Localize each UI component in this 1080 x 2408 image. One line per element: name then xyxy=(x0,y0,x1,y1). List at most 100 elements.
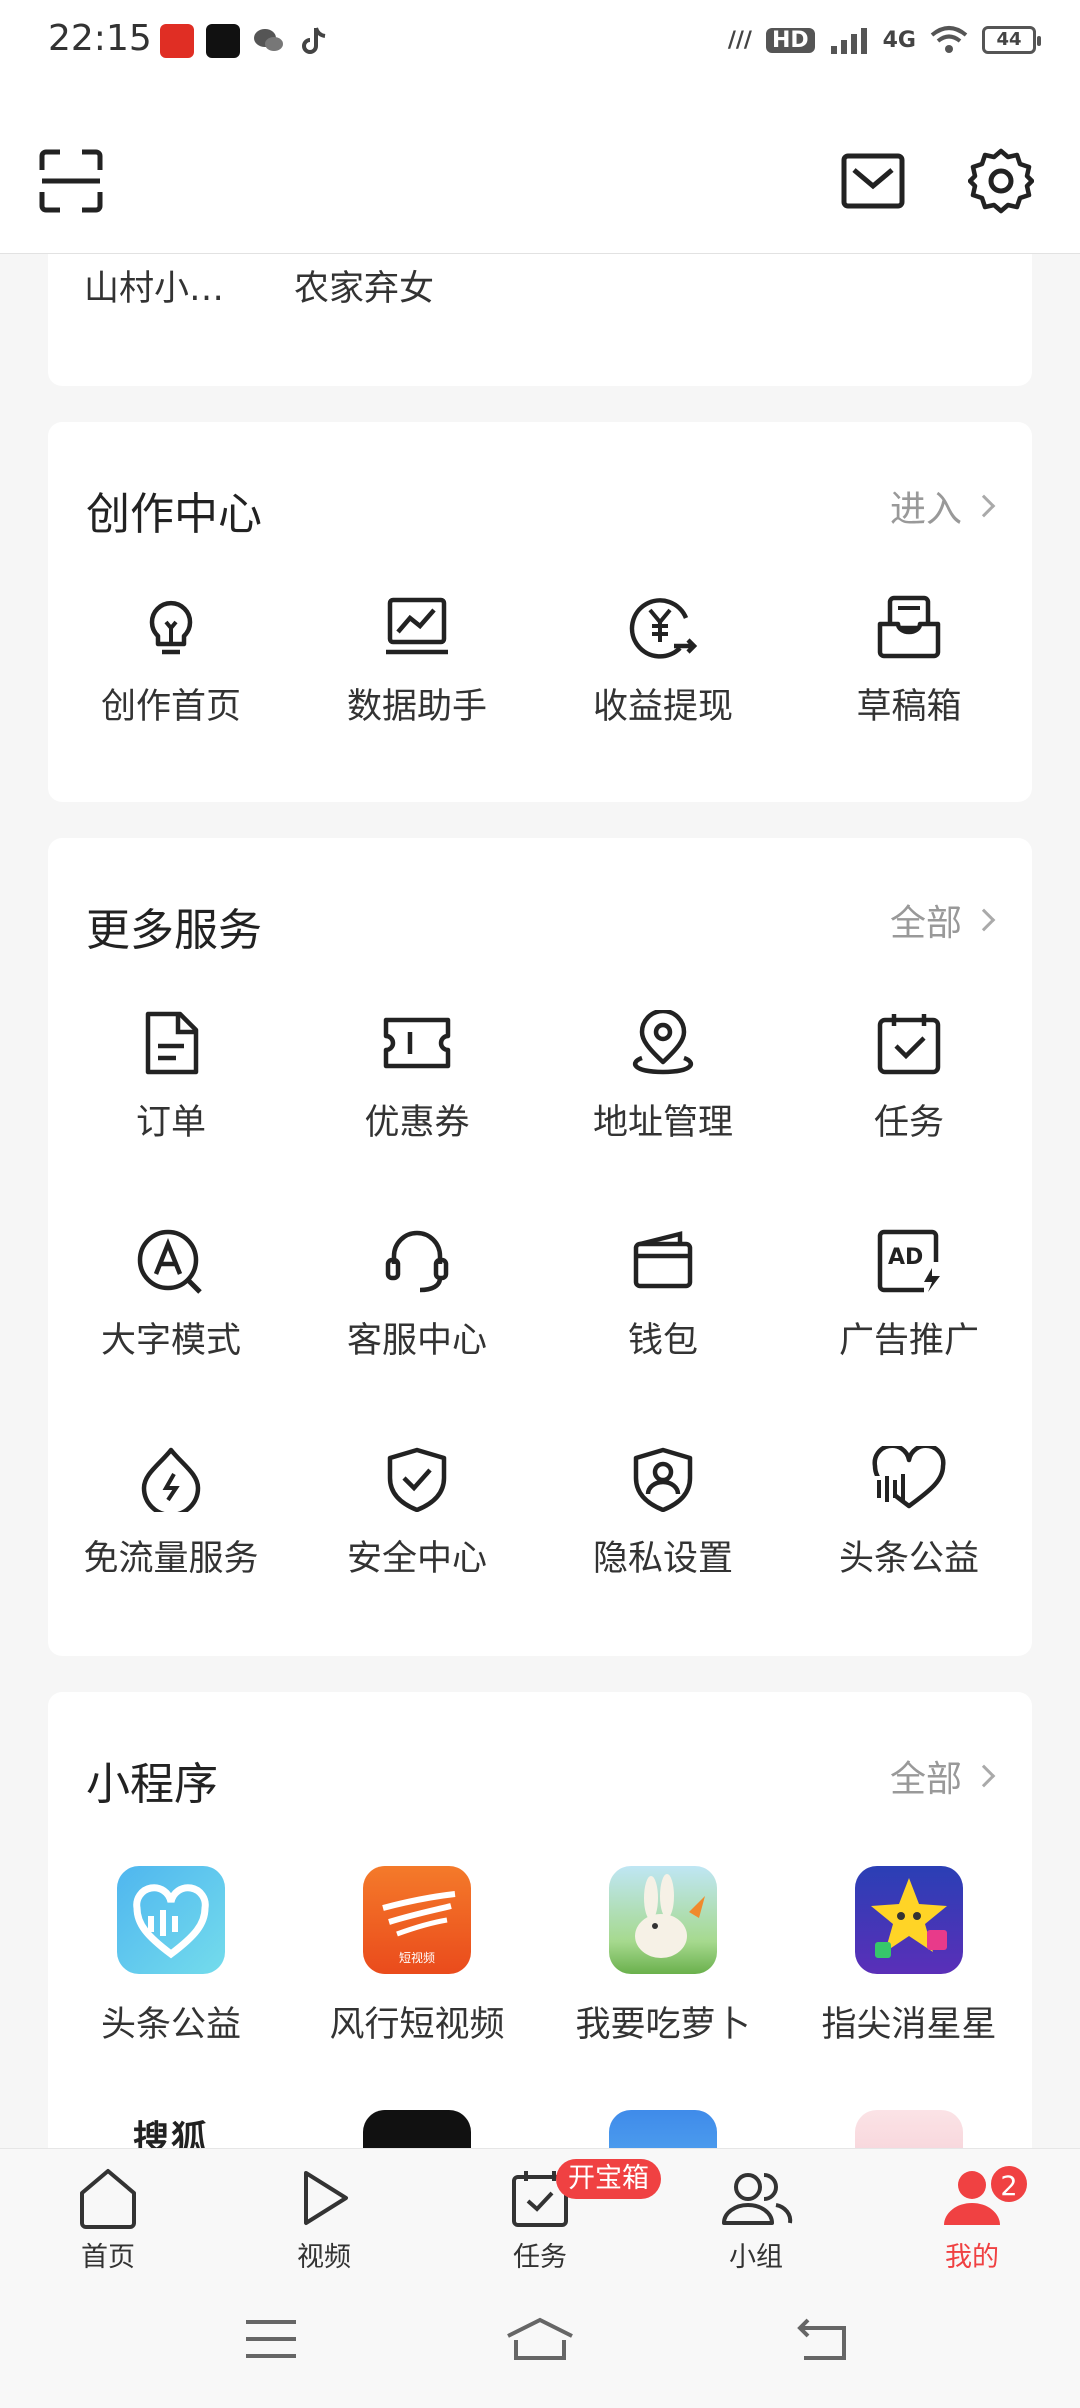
grid-item-label: 创作首页 xyxy=(100,687,241,727)
service-task[interactable]: 任务 xyxy=(786,1010,1032,1145)
mini-program-label: 指尖消星星 xyxy=(821,2005,997,2045)
data-assistant-item[interactable]: 数据助手 xyxy=(294,594,540,729)
svg-text:AD: AD xyxy=(888,1245,923,1270)
svg-text:短视频: 短视频 xyxy=(399,1950,435,1965)
hd-icon: HD xyxy=(765,27,815,53)
scan-icon[interactable] xyxy=(38,148,104,214)
service-security-center[interactable]: 安全中心 xyxy=(294,1446,540,1581)
menu-icon[interactable] xyxy=(244,2316,298,2362)
nav-home[interactable]: 首页 xyxy=(28,2167,188,2274)
nav-label: 我的 xyxy=(945,2242,999,2273)
grid-item-label: 广告推广 xyxy=(838,1321,979,1361)
large-font-icon xyxy=(137,1229,202,1294)
privacy-shield-icon xyxy=(633,1447,693,1512)
tiktok-icon xyxy=(298,24,332,58)
more-services-title: 更多服务 xyxy=(86,905,262,956)
chevron-right-icon xyxy=(972,494,996,518)
nav-label: 小组 xyxy=(729,2242,783,2273)
service-address[interactable]: 地址管理 xyxy=(540,1010,786,1145)
grid-item-label: 客服中心 xyxy=(346,1321,487,1361)
yuan-withdraw-icon xyxy=(629,598,698,659)
mini-programs-title: 小程序 xyxy=(86,1759,218,1810)
draft-box-item[interactable]: 草稿箱 xyxy=(786,594,1032,729)
nav-label: 首页 xyxy=(81,2242,135,2273)
headset-icon xyxy=(385,1230,449,1293)
recent-read-item[interactable]: 山村小… xyxy=(84,260,224,311)
douyin-icon xyxy=(206,24,240,58)
task-icon xyxy=(877,1014,941,1075)
home-icon xyxy=(80,2169,136,2229)
grid-item-label: 隐私设置 xyxy=(592,1539,733,1579)
service-customer-center[interactable]: 客服中心 xyxy=(294,1228,540,1363)
grid-item-label: 安全中心 xyxy=(346,1539,487,1579)
wallet-icon xyxy=(633,1231,693,1289)
coupon-icon xyxy=(383,1017,451,1069)
shield-check-icon xyxy=(387,1447,447,1512)
battery-icon: 44 xyxy=(982,26,1041,54)
nav-group[interactable]: 小组 xyxy=(676,2167,836,2274)
nav-video[interactable]: 视频 xyxy=(244,2167,404,2274)
network-type: 4G xyxy=(882,27,916,53)
recent-reads-card: 山村小… 农家弃女 xyxy=(48,254,1032,386)
service-ad-promotion[interactable]: AD 广告推广 xyxy=(786,1228,1032,1363)
service-privacy-settings[interactable]: 隐私设置 xyxy=(540,1446,786,1581)
play-icon xyxy=(304,2171,348,2225)
service-large-font[interactable]: 大字模式 xyxy=(48,1228,294,1363)
service-order[interactable]: 订单 xyxy=(48,1010,294,1145)
mini-program-fengxing[interactable]: 短视频 风行短视频 xyxy=(294,1866,540,2047)
chevron-right-icon xyxy=(972,1764,996,1788)
draft-box-icon xyxy=(877,595,941,659)
service-toutiao-charity[interactable]: 头条公益 xyxy=(786,1446,1032,1581)
mini-program-charity[interactable]: 头条公益 xyxy=(48,1866,294,2047)
nav-label: 视频 xyxy=(297,2242,351,2273)
mini-programs-card: 小程序 全部 头条公益 短视频 风行短视频 我要吃萝卜 指尖消星星 搜狐 xyxy=(48,1692,1032,2212)
service-wallet[interactable]: 钱包 xyxy=(540,1228,786,1363)
grid-item-label: 免流量服务 xyxy=(83,1539,259,1579)
more-services-all-link[interactable]: 全部 xyxy=(889,894,996,946)
notification-count-badge: 2 xyxy=(988,2163,1030,2205)
grid-item-label: 钱包 xyxy=(627,1321,698,1361)
creation-center-card: 创作中心 进入 创作首页 数据助手 收益提现 草稿箱 xyxy=(48,422,1032,802)
recent-read-item[interactable]: 农家弃女 xyxy=(294,260,434,311)
all-label: 全部 xyxy=(889,1759,962,1800)
service-free-data[interactable]: 免流量服务 xyxy=(48,1446,294,1581)
carrot-game-icon xyxy=(609,1866,717,1974)
location-icon xyxy=(632,1010,694,1075)
data-chart-icon xyxy=(386,597,448,655)
mail-icon[interactable] xyxy=(840,148,906,214)
signal-speed-icon: /// xyxy=(727,27,752,53)
mini-program-eat-carrot[interactable]: 我要吃萝卜 xyxy=(540,1866,786,2047)
mini-program-label: 我要吃萝卜 xyxy=(575,2005,751,2045)
creation-center-enter-link[interactable]: 进入 xyxy=(889,480,996,532)
free-data-icon xyxy=(141,1447,201,1512)
charity-app-icon xyxy=(117,1866,225,1974)
fengxing-app-icon: 短视频 xyxy=(363,1866,471,1974)
pop-star-game-icon xyxy=(855,1866,963,1974)
mini-program-pop-stars[interactable]: 指尖消星星 xyxy=(786,1866,1032,2047)
home-gesture-icon[interactable] xyxy=(504,2316,576,2362)
system-nav-bar xyxy=(0,2288,1080,2408)
more-services-card: 更多服务 全部 订单 优惠券 地址管理 任务 大字模式 客服中心 钱包 AD 广… xyxy=(48,838,1032,1656)
grid-item-label: 地址管理 xyxy=(592,1103,733,1143)
grid-item-label: 大字模式 xyxy=(100,1321,241,1361)
creation-center-title: 创作中心 xyxy=(86,489,262,540)
charity-heart-icon xyxy=(872,1446,946,1509)
signal-icon xyxy=(830,28,867,54)
all-label: 全部 xyxy=(889,903,962,944)
mini-program-label: 头条公益 xyxy=(100,2005,241,2045)
creation-home-item[interactable]: 创作首页 xyxy=(48,594,294,729)
mini-programs-all-link[interactable]: 全部 xyxy=(889,1750,996,1802)
income-withdraw-item[interactable]: 收益提现 xyxy=(540,594,786,729)
top-bar xyxy=(0,80,1080,254)
grid-item-label: 订单 xyxy=(135,1103,206,1143)
nav-label: 任务 xyxy=(513,2242,567,2273)
status-time: 22:15 xyxy=(48,18,152,59)
grid-item-label: 收益提现 xyxy=(592,687,733,727)
back-icon[interactable] xyxy=(796,2316,850,2362)
grid-item-label: 优惠券 xyxy=(364,1103,470,1143)
bottom-nav: 首页 视频 任务 小组 我的 开宝箱 2 xyxy=(0,2148,1080,2288)
gear-icon[interactable] xyxy=(968,148,1034,214)
service-coupon[interactable]: 优惠券 xyxy=(294,1010,540,1145)
mini-program-label: 风行短视频 xyxy=(329,2005,505,2045)
enter-label: 进入 xyxy=(889,489,962,530)
